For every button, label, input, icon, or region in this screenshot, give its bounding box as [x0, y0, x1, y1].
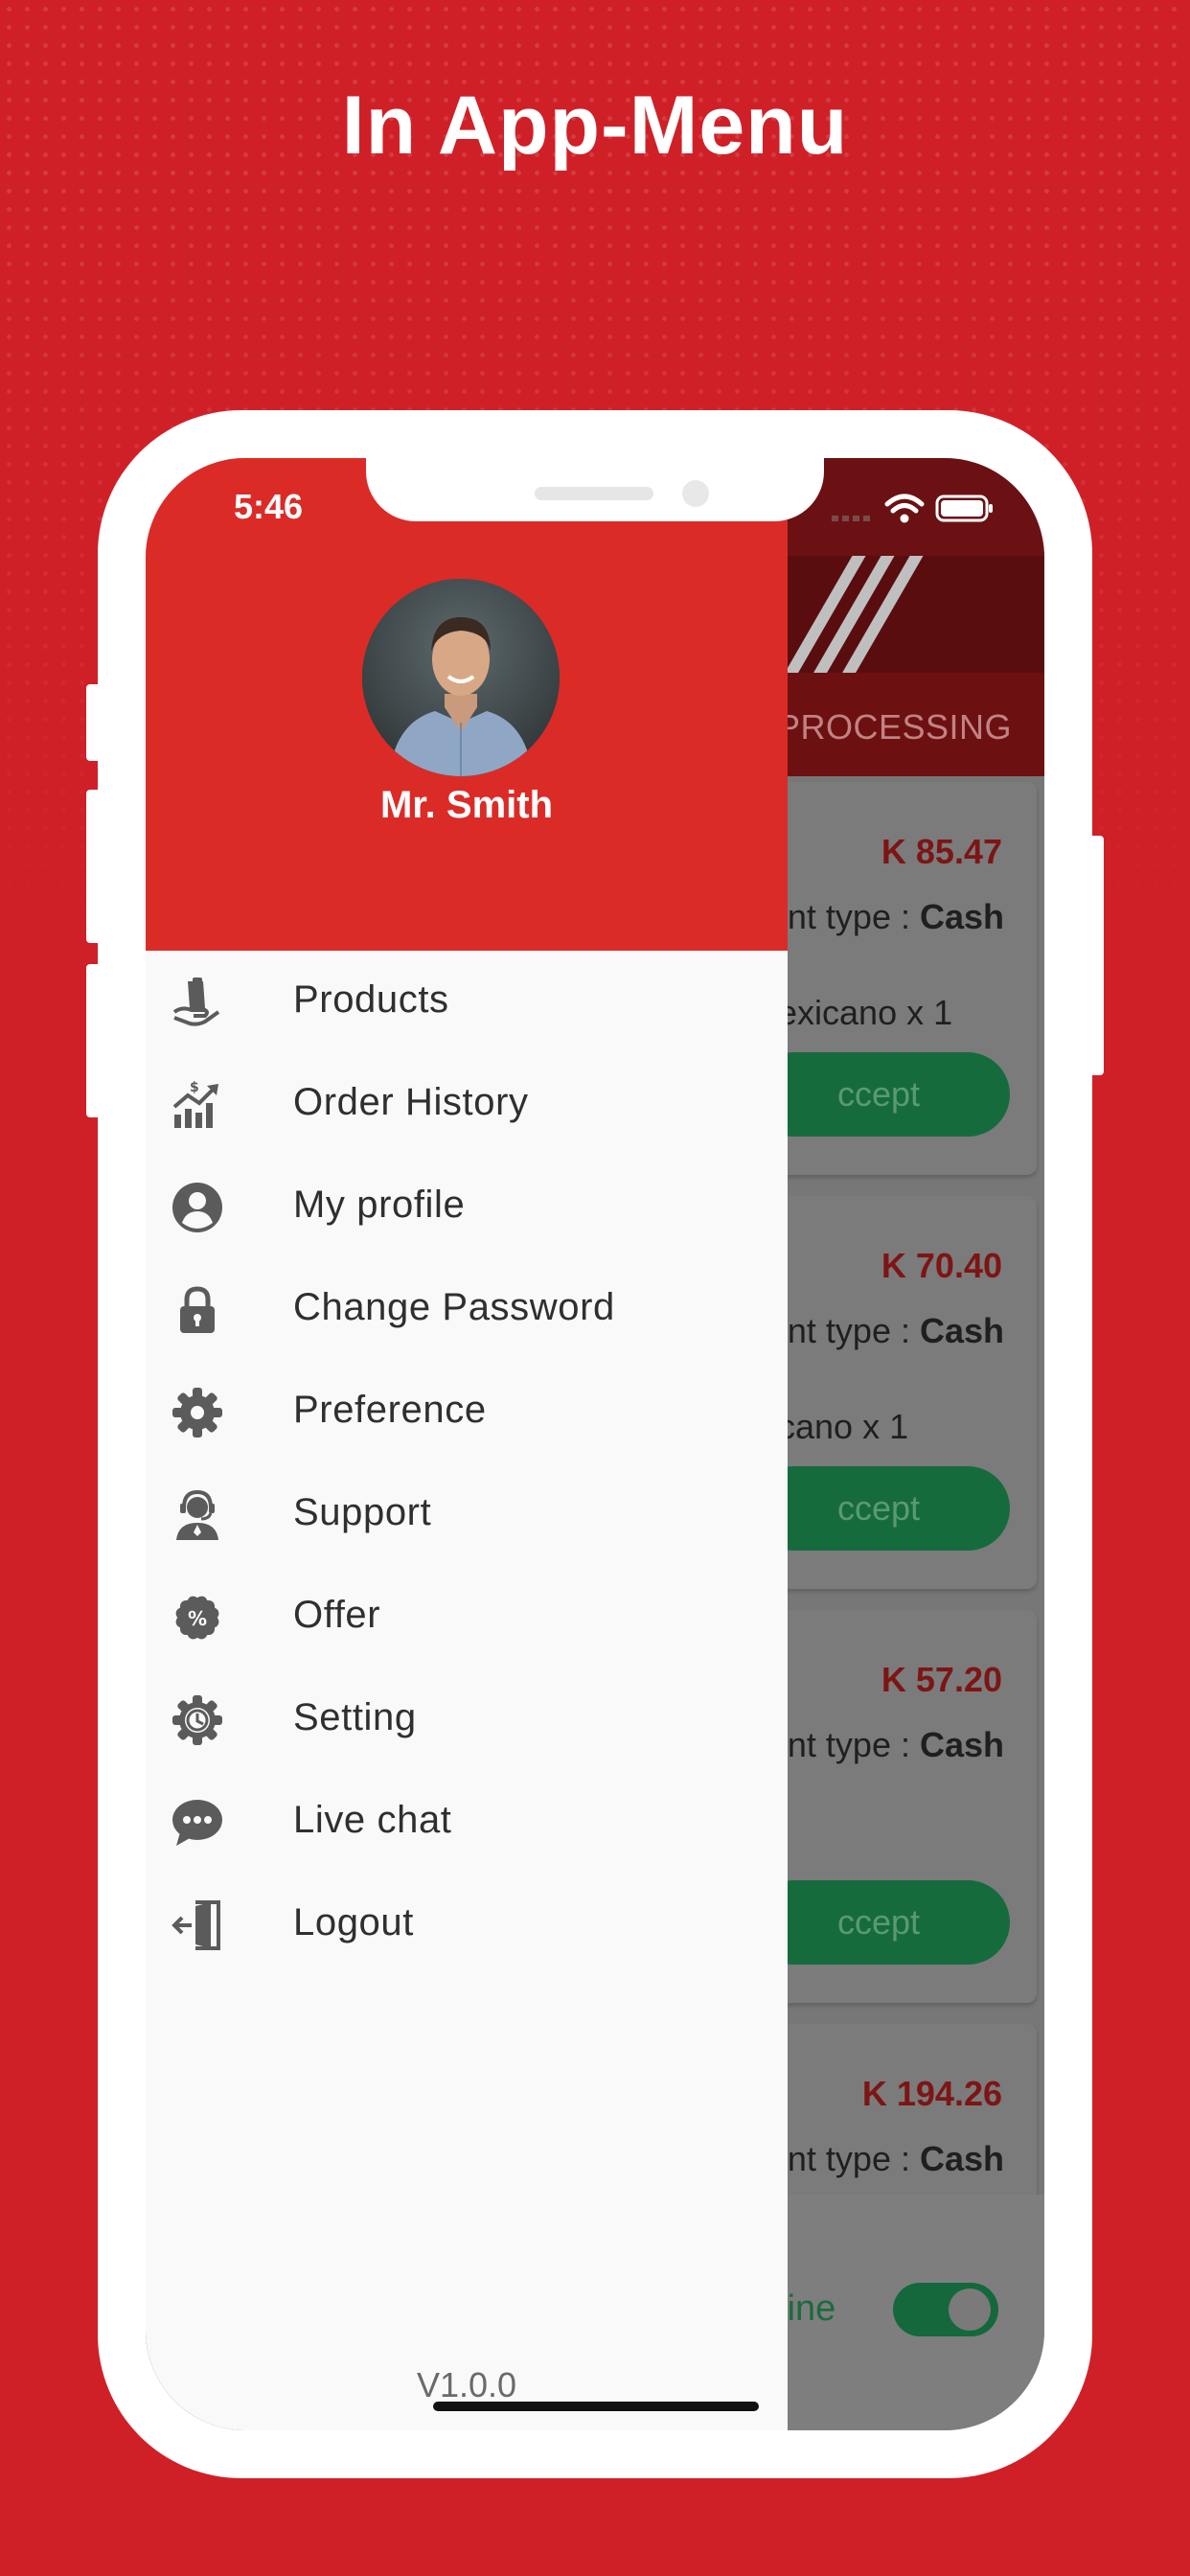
menu-label: Live chat	[293, 1799, 452, 1841]
drawer-header: 5:46 Mr. Smith	[146, 458, 788, 951]
user-circle-icon	[172, 1183, 222, 1232]
status-time: 5:46	[234, 487, 304, 526]
logout-door-icon	[172, 1900, 220, 1950]
accept-button[interactable]: ccept	[751, 1052, 1010, 1137]
menu-item-logout[interactable]: Logout	[146, 1874, 788, 1976]
menu-item-change-password[interactable]: Change Password	[146, 1258, 788, 1361]
gear-icon	[172, 1388, 222, 1438]
tab-processing[interactable]: PROCESSING	[777, 707, 1012, 748]
avatar[interactable]	[362, 579, 560, 776]
svg-text:$: $	[190, 1080, 199, 1095]
payment-type: nt type : Cash	[787, 2139, 1004, 2178]
order-price: K 194.26	[861, 2074, 1002, 2113]
menu-label: Offer	[293, 1594, 381, 1636]
payment-type: nt type : Cash	[787, 1311, 1004, 1350]
user-name: Mr. Smith	[379, 784, 554, 826]
menu-label: Logout	[293, 1901, 414, 1944]
notch-camera	[682, 480, 709, 507]
order-item: cano x 1	[778, 1407, 909, 1446]
gear-clock-icon	[172, 1695, 222, 1745]
home-indicator[interactable]	[433, 2402, 759, 2411]
menu-item-live-chat[interactable]: Live chat	[146, 1771, 788, 1874]
menu-item-preference[interactable]: Preference	[146, 1361, 788, 1463]
menu-item-support[interactable]: Support	[146, 1463, 788, 1566]
signal-icon	[832, 516, 870, 521]
menu-item-offer[interactable]: % Offer	[146, 1566, 788, 1668]
payment-type: nt type : Cash	[787, 1725, 1004, 1764]
svg-text:%: %	[188, 1607, 207, 1630]
menu-item-my-profile[interactable]: My profile	[146, 1156, 788, 1258]
chat-bubble-icon	[172, 1800, 222, 1846]
menu-label: My profile	[293, 1184, 466, 1226]
support-agent-icon	[176, 1489, 218, 1540]
menu-item-order-history[interactable]: $ Order History	[146, 1053, 788, 1156]
battery-icon	[935, 494, 993, 522]
order-price: K 85.47	[881, 832, 1002, 871]
menu-label: Support	[293, 1491, 432, 1533]
menu-label: Setting	[293, 1696, 417, 1738]
menu-label: Change Password	[293, 1286, 615, 1328]
lock-icon	[180, 1286, 215, 1333]
percent-badge-icon: %	[175, 1596, 219, 1640]
chart-growth-icon: $	[172, 1080, 218, 1128]
order-item: exicano x 1	[778, 993, 953, 1032]
menu-item-setting[interactable]: Setting	[146, 1668, 788, 1771]
online-toggle[interactable]	[893, 2283, 998, 2336]
drawer-menu: Products $ Order History My profile Chan…	[146, 951, 788, 1976]
app-version: V1.0.0	[416, 2365, 517, 2404]
order-price: K 57.20	[881, 1660, 1002, 1699]
accept-button[interactable]: ccept	[751, 1466, 1010, 1551]
notch-speaker	[535, 487, 653, 500]
menu-label: Preference	[293, 1389, 487, 1431]
menu-item-products[interactable]: Products	[146, 951, 788, 1053]
promo-headline: In App-Menu	[341, 80, 849, 172]
phone-screen: PROCESSING K 85.47 nt type : Cash exican…	[146, 458, 1044, 2430]
wifi-icon	[884, 494, 925, 523]
hand-bag-icon	[172, 978, 220, 1026]
menu-label: Order History	[293, 1081, 529, 1123]
accept-button[interactable]: ccept	[751, 1880, 1010, 1965]
payment-type: nt type : Cash	[787, 897, 1004, 936]
order-price: K 70.40	[881, 1246, 1002, 1285]
navigation-drawer: 5:46 Mr. Smith Products $ Order History …	[146, 458, 788, 2430]
menu-label: Products	[293, 978, 449, 1021]
